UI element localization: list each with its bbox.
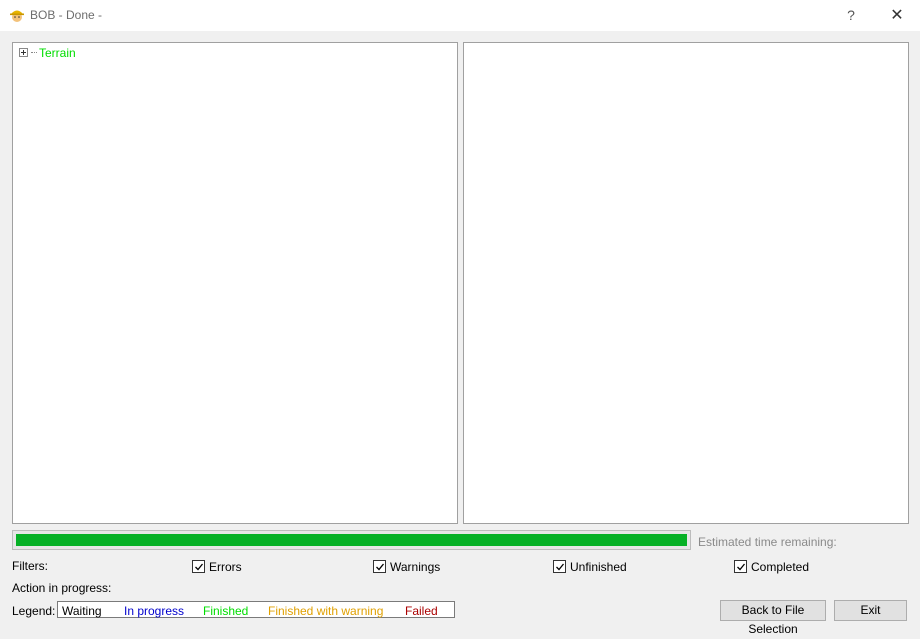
legend-box: Waiting In progress Finished Finished wi… [57, 601, 455, 618]
close-button[interactable]: ✕ [874, 0, 920, 31]
tree-item-label: Terrain [39, 45, 76, 60]
checkmark-icon[interactable] [553, 560, 566, 574]
legend-in-progress: In progress [124, 604, 185, 618]
expand-plus-icon[interactable] [19, 48, 28, 58]
tree-item-terrain[interactable]: Terrain [19, 45, 76, 60]
progress-fill [16, 534, 687, 546]
checkmark-icon[interactable] [192, 560, 205, 574]
exit-button[interactable]: Exit [834, 600, 907, 621]
checkmark-icon[interactable] [373, 560, 386, 574]
legend-failed: Failed [405, 604, 438, 618]
details-panel[interactable] [463, 42, 909, 524]
filter-unfinished-checkbox[interactable]: Unfinished [553, 559, 627, 574]
filter-errors-checkbox[interactable]: Errors [192, 559, 242, 574]
filter-errors-label: Errors [209, 559, 242, 574]
tree-connector [31, 52, 37, 54]
title-bar: BOB - Done - ? ✕ [0, 0, 920, 31]
filter-warnings-label: Warnings [390, 559, 441, 574]
eta-label: Estimated time remaining: [698, 535, 837, 549]
filter-warnings-checkbox[interactable]: Warnings [373, 559, 441, 574]
legend-finished-with-warning: Finished with warning [268, 604, 384, 618]
worker-helmet-icon [10, 10, 24, 22]
filter-completed-checkbox[interactable]: Completed [734, 559, 810, 574]
legend-waiting: Waiting [62, 604, 102, 618]
help-button[interactable]: ? [838, 0, 864, 31]
checkmark-icon[interactable] [734, 560, 747, 574]
filters-label: Filters: [12, 559, 48, 573]
filter-unfinished-label: Unfinished [570, 559, 627, 574]
task-tree-panel[interactable]: Terrain [12, 42, 458, 524]
filter-completed-label: Completed [751, 559, 810, 574]
action-in-progress-label: Action in progress: [12, 581, 112, 595]
progress-bar [12, 530, 691, 550]
legend-label: Legend: [12, 604, 56, 618]
legend-finished: Finished [203, 604, 249, 618]
back-to-file-selection-button[interactable]: Back to File Selection [720, 600, 826, 636]
window-title: BOB - Done - [30, 8, 103, 22]
